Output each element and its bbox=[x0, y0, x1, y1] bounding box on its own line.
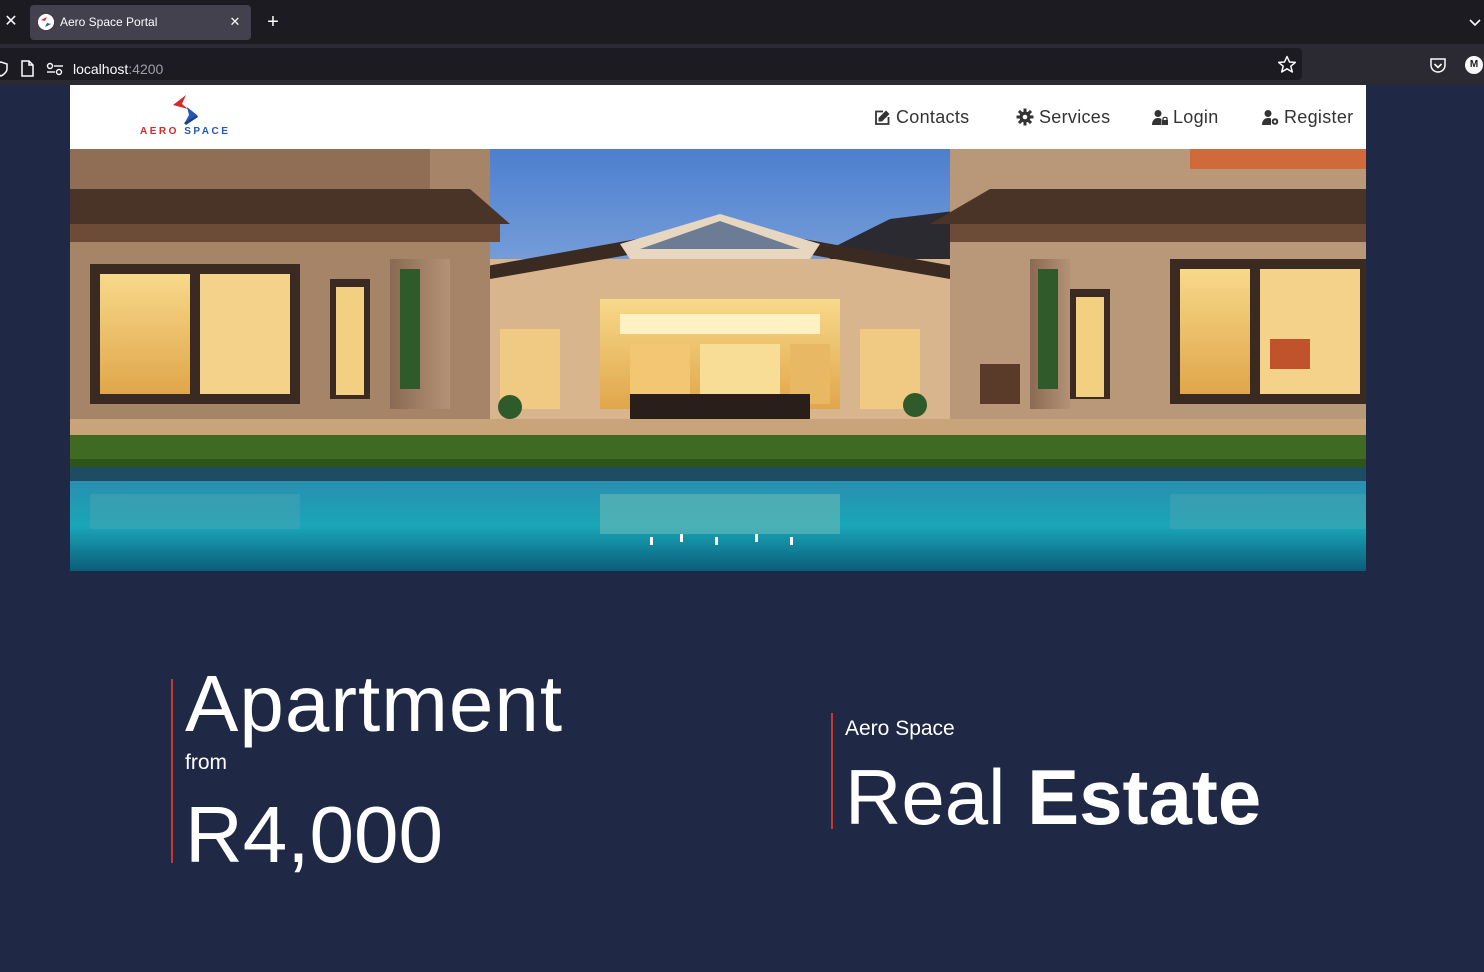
brand-headline: Real Estate bbox=[845, 751, 1261, 843]
nav-contacts-label: Contacts bbox=[896, 107, 970, 127]
browser-tab-bar: ✕ Aero Space Portal ✕ + bbox=[0, 0, 1484, 44]
browser-tab[interactable]: Aero Space Portal ✕ bbox=[30, 5, 251, 40]
nav-services-label: Services bbox=[1039, 107, 1111, 127]
navigation-toolbar: localhost:4200 M bbox=[0, 44, 1484, 85]
address-bar[interactable]: localhost:4200 bbox=[0, 48, 1302, 80]
brand-headline-word1: Real bbox=[845, 753, 1006, 841]
logo-arrows-icon bbox=[173, 95, 198, 125]
bookmark-star-icon[interactable] bbox=[1277, 55, 1297, 74]
nav-services[interactable]: Services bbox=[1016, 104, 1110, 130]
offer-from-label: from bbox=[185, 751, 227, 774]
nav-contacts[interactable]: Contacts bbox=[874, 104, 969, 130]
gear-icon bbox=[1016, 108, 1034, 126]
url-text[interactable]: localhost:4200 bbox=[73, 61, 163, 77]
offer-title: Apartment bbox=[185, 659, 564, 748]
nav-register[interactable]: Register bbox=[1262, 104, 1353, 130]
tab-title: Aero Space Portal bbox=[60, 15, 158, 29]
edit-icon bbox=[875, 110, 890, 125]
user-lock-icon bbox=[1152, 109, 1168, 125]
site-header: AERO SPACE Contacts Services Login Regis… bbox=[70, 85, 1366, 149]
tab-close-icon[interactable]: ✕ bbox=[227, 13, 243, 31]
aero-space-logo[interactable]: AERO SPACE bbox=[140, 93, 254, 137]
permissions-icon[interactable] bbox=[46, 62, 64, 76]
logo-word-aero: AERO bbox=[140, 126, 179, 137]
hero-house-image bbox=[70, 149, 1366, 571]
pocket-icon[interactable] bbox=[1429, 57, 1447, 74]
user-cog-icon bbox=[1262, 109, 1279, 125]
logo-word-space: SPACE bbox=[184, 126, 231, 137]
favicon-icon bbox=[38, 14, 54, 30]
nav-register-label: Register bbox=[1284, 107, 1354, 127]
nav-login-label: Login bbox=[1173, 107, 1219, 127]
close-icon[interactable]: ✕ bbox=[2, 12, 20, 32]
apartment-offer: Apartment from R4,000 bbox=[171, 659, 733, 879]
account-avatar[interactable]: M bbox=[1465, 56, 1483, 74]
new-tab-icon[interactable]: + bbox=[262, 11, 284, 33]
brand-name: Aero Space bbox=[845, 717, 955, 740]
nav-login[interactable]: Login bbox=[1152, 104, 1219, 130]
chevron-down-icon[interactable] bbox=[1468, 12, 1482, 32]
brand-headline-word2: Estate bbox=[1027, 753, 1262, 841]
offer-price: R4,000 bbox=[185, 790, 443, 879]
brand-tagline: Aero Space Real Estate bbox=[831, 713, 1303, 841]
page-icon[interactable] bbox=[20, 60, 34, 77]
shield-icon[interactable] bbox=[0, 61, 8, 77]
